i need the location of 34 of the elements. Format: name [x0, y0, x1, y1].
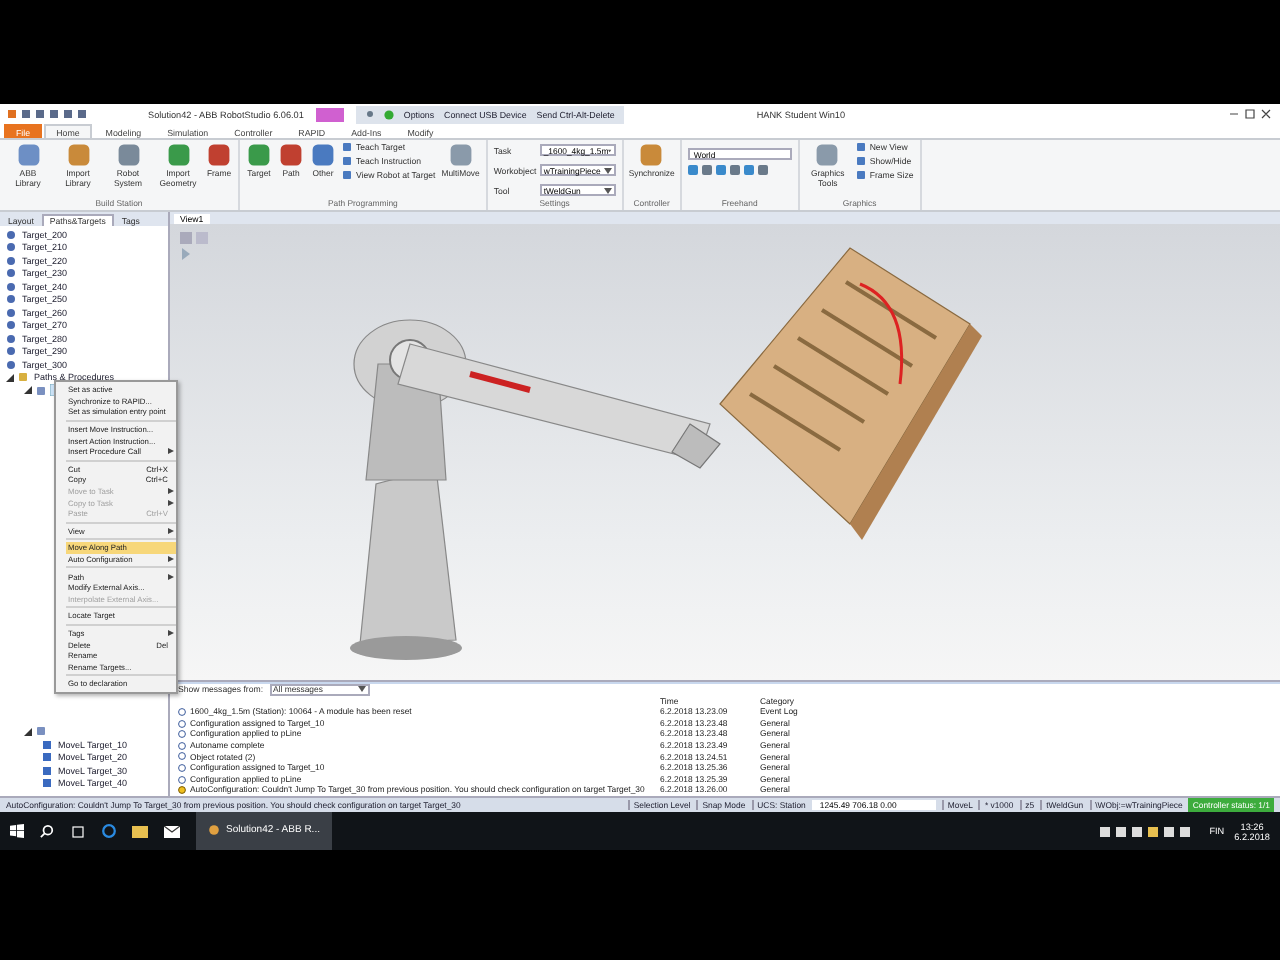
tool-icon: [310, 142, 336, 168]
collapse-arrow-icon[interactable]: [24, 727, 32, 736]
tool-icon: [246, 142, 272, 168]
collapse-arrow-icon[interactable]: [24, 386, 32, 395]
status-dot-icon: [383, 109, 394, 119]
tool-icon: [447, 142, 474, 168]
window-controls-icon[interactable]: [1228, 108, 1272, 120]
mail-icon[interactable]: [164, 825, 180, 837]
tool-icon: [115, 142, 141, 168]
path-icon: [36, 385, 46, 396]
3d-viewport[interactable]: [170, 224, 1280, 680]
pin-icon[interactable]: [365, 110, 374, 118]
tool-icon: [638, 142, 665, 168]
app-icon: [208, 824, 220, 836]
tool-icon: [65, 142, 91, 168]
collapse-arrow-icon[interactable]: [6, 373, 14, 382]
warning-icon: [178, 786, 186, 795]
search-icon[interactable]: [40, 824, 54, 838]
folder-icon: [18, 372, 28, 383]
task-view-icon[interactable]: [70, 825, 86, 837]
tool-icon: [814, 142, 841, 168]
caret-icon: [603, 167, 612, 173]
caret-icon: [608, 147, 612, 153]
tool-icon: [15, 142, 41, 168]
path-icon: [36, 726, 46, 737]
start-icon[interactable]: [10, 824, 24, 838]
caret-icon: [603, 187, 612, 193]
folder-icon[interactable]: [132, 825, 148, 837]
tool-icon: [206, 142, 232, 168]
browser-icon[interactable]: [102, 824, 116, 838]
freehand-tools-icon[interactable]: [687, 164, 772, 176]
tool-icon: [165, 142, 191, 168]
tool-icon: [278, 142, 304, 168]
quick-access-toolbar-icon[interactable]: [8, 108, 88, 120]
